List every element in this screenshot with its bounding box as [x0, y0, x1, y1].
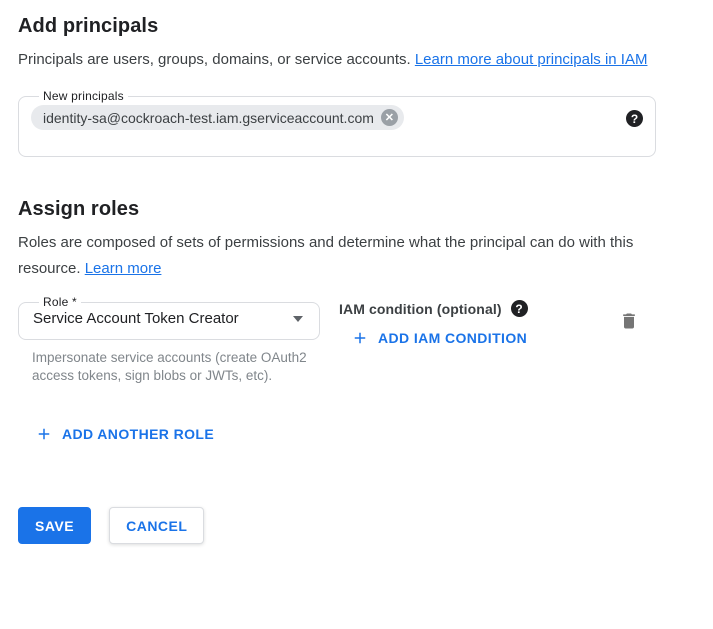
assign-roles-title: Assign roles — [18, 198, 695, 221]
learn-more-roles-link[interactable]: Learn more — [85, 260, 162, 277]
learn-more-principals-link[interactable]: Learn more about principals in IAM — [415, 51, 648, 68]
delete-role-button[interactable] — [619, 311, 639, 334]
role-column: Role * Service Account Token Creator Imp… — [18, 295, 320, 385]
dialog-actions: SAVE CANCEL — [18, 507, 695, 544]
dropdown-arrow-icon — [293, 316, 303, 322]
cancel-button[interactable]: CANCEL — [109, 507, 204, 544]
add-iam-condition-label: ADD IAM CONDITION — [378, 330, 527, 346]
new-principals-field[interactable]: New principals identity-sa@cockroach-tes… — [18, 89, 656, 157]
principals-description-text: Principals are users, groups, domains, o… — [18, 51, 415, 68]
condition-help-icon[interactable]: ? — [511, 300, 528, 317]
new-principals-input-area[interactable]: identity-sa@cockroach-test.iam.gservicea… — [31, 105, 643, 130]
add-another-role-label: ADD ANOTHER ROLE — [62, 426, 214, 442]
role-select-value: Service Account Token Creator — [33, 310, 239, 327]
principals-description: Principals are users, groups, domains, o… — [18, 47, 676, 73]
role-select-label: Role * — [39, 295, 81, 309]
trash-icon — [619, 311, 639, 331]
principal-chip-label: identity-sa@cockroach-test.iam.gservicea… — [43, 110, 374, 126]
role-help-text: Impersonate service accounts (create OAu… — [32, 349, 320, 385]
role-select-inner: Service Account Token Creator — [31, 309, 307, 339]
help-icon[interactable]: ? — [626, 110, 643, 127]
iam-condition-column: IAM condition (optional) ? ADD IAM CONDI… — [339, 295, 528, 352]
plus-icon — [351, 329, 369, 347]
role-select[interactable]: Role * Service Account Token Creator — [18, 295, 320, 340]
page-title: Add principals — [18, 0, 695, 38]
iam-condition-label: IAM condition (optional) — [339, 301, 502, 317]
iam-condition-label-row: IAM condition (optional) ? — [339, 300, 528, 317]
chip-remove-icon[interactable]: ✕ — [381, 109, 398, 126]
save-button[interactable]: SAVE — [18, 507, 91, 544]
add-iam-condition-button[interactable]: ADD IAM CONDITION — [351, 329, 527, 347]
role-row: Role * Service Account Token Creator Imp… — [18, 295, 695, 385]
plus-icon — [35, 425, 53, 443]
principal-chip: identity-sa@cockroach-test.iam.gservicea… — [31, 105, 404, 130]
roles-description: Roles are composed of sets of permission… — [18, 230, 676, 282]
add-another-role-button[interactable]: ADD ANOTHER ROLE — [35, 425, 214, 443]
new-principals-label: New principals — [39, 89, 128, 103]
